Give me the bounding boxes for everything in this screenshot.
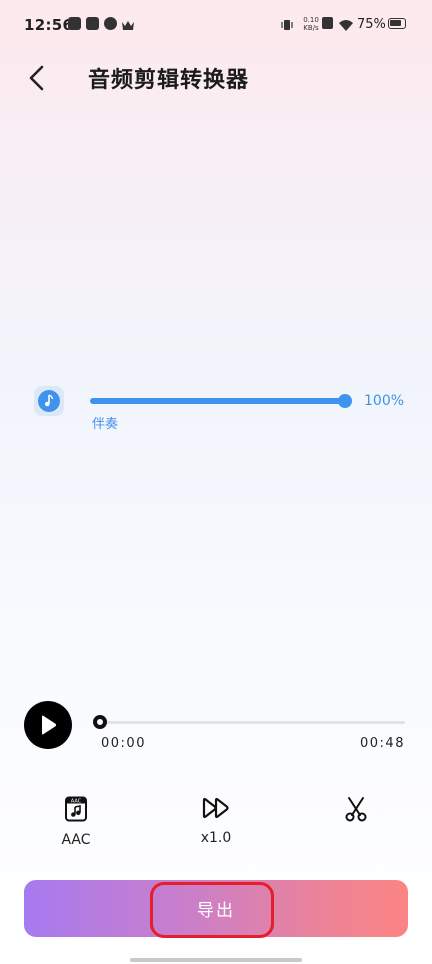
sim-off-icon — [322, 17, 333, 29]
status-time: 12:56 — [24, 16, 74, 34]
volume-slider-track[interactable] — [90, 398, 346, 404]
speed-label: x1.0 — [200, 830, 232, 846]
aac-file-icon: AAC — [65, 796, 87, 822]
mail-notification-icon — [86, 17, 99, 30]
wifi-icon — [338, 17, 354, 36]
battery-icon — [388, 18, 406, 29]
app-notification-icon — [104, 17, 117, 30]
format-button[interactable]: AAC AAC — [36, 796, 116, 848]
back-button[interactable] — [20, 60, 52, 96]
vibrate-icon — [280, 17, 294, 36]
export-button[interactable]: 导出 — [24, 880, 408, 937]
playback-progress-track[interactable] — [100, 721, 405, 724]
export-label: 导出 — [197, 901, 235, 921]
network-speed: 0.10 KB/s — [303, 16, 319, 32]
volume-value: 100% — [364, 393, 405, 409]
format-label: AAC — [61, 832, 91, 848]
play-button[interactable] — [24, 701, 72, 749]
tiktok-notification-icon — [68, 17, 81, 30]
chevron-left-icon — [29, 65, 44, 91]
home-indicator[interactable] — [130, 958, 302, 962]
status-bar: 12:56 0.10 KB/s 75% — [0, 0, 432, 52]
track-name: 伴奏 — [92, 417, 119, 432]
current-time: 00:00 — [101, 736, 146, 751]
cut-button[interactable] — [316, 796, 396, 822]
play-icon — [42, 715, 57, 735]
playback-progress-thumb[interactable] — [93, 715, 107, 729]
fast-forward-icon — [202, 797, 229, 819]
music-note-icon — [34, 386, 64, 416]
page-title: 音频剪辑转换器 — [88, 68, 250, 93]
scissors-icon — [345, 797, 367, 822]
speed-button[interactable]: x1.0 — [176, 796, 256, 846]
total-time: 00:48 — [360, 736, 405, 751]
crown-notification-icon — [121, 17, 135, 36]
battery-percent: 75% — [357, 17, 386, 32]
volume-slider-thumb[interactable] — [338, 394, 352, 408]
aac-file-icon-text: AAC — [71, 799, 82, 805]
